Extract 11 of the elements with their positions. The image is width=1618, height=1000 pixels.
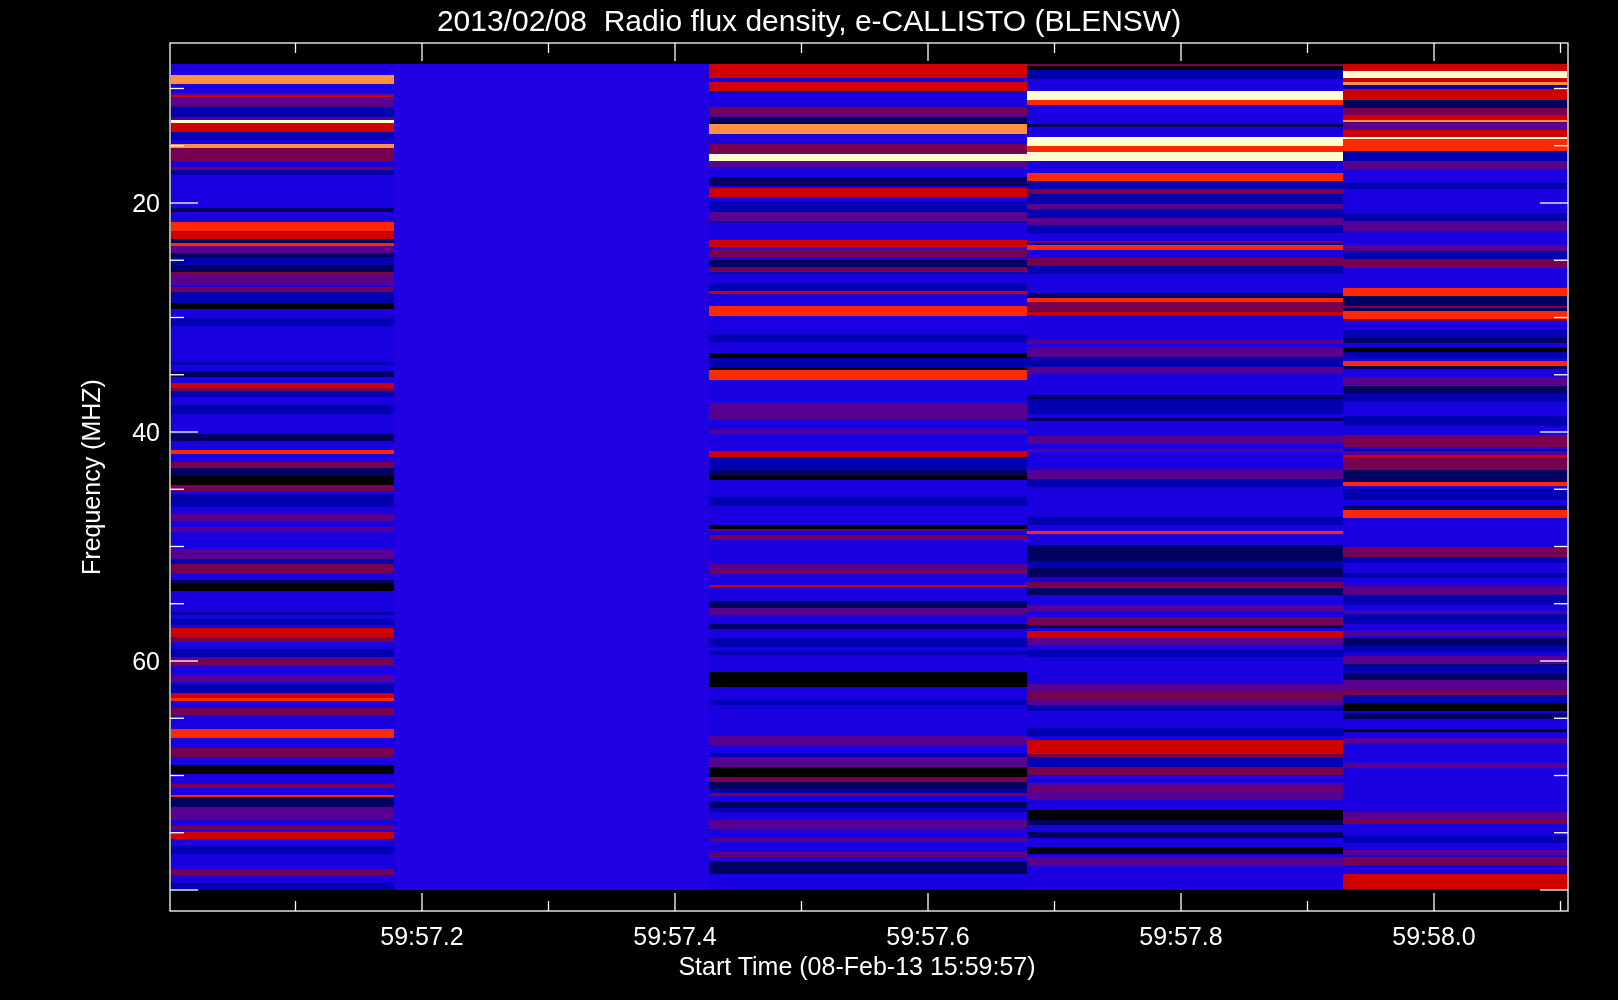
x-axis-label: Start Time (08-Feb-13 15:59:57)	[678, 952, 1036, 980]
y-tick-label: 20	[132, 189, 160, 217]
chart-title: 2013/02/08 Radio flux density, e-CALLISTO (BLENSW)	[436, 4, 1182, 37]
x-tick-label: 59:57.8	[1139, 922, 1223, 950]
y-tick-label: 60	[132, 647, 160, 675]
x-tick-label: 59:57.6	[886, 922, 970, 950]
y-tick-label: 40	[132, 418, 160, 446]
x-tick-label: 59:58.0	[1392, 922, 1476, 950]
y-axis-label: Frequency (MHZ)	[77, 379, 105, 575]
x-tick-label: 59:57.4	[633, 922, 717, 950]
x-tick-label: 59:57.2	[380, 922, 464, 950]
